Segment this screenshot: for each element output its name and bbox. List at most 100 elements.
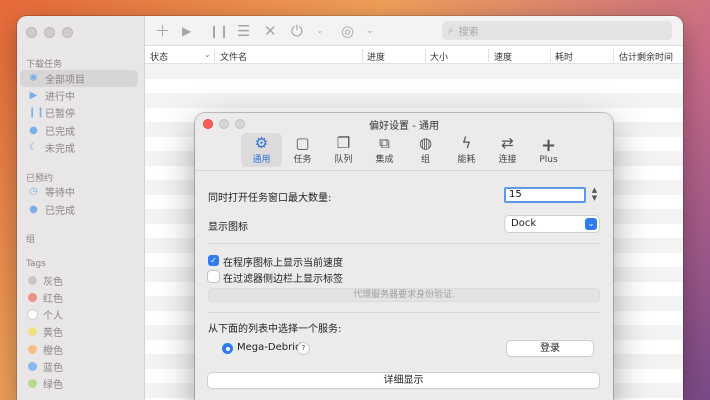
sidebar-tag-personal[interactable]: 个人 (20, 306, 138, 323)
sidebar-item-label: 进行中 (45, 92, 75, 103)
minimize-button[interactable] (44, 27, 55, 38)
section-tags: Tags (26, 259, 46, 269)
column-progress[interactable]: 进度 (367, 50, 385, 63)
sidebar-tag-green[interactable]: 绿色 (20, 375, 138, 392)
sidebar-item-waiting[interactable]: ◷ 等待中 (20, 183, 138, 200)
globe-icon: ◍ (418, 134, 433, 152)
sidebar: 下载任务 ✱ 全部项目 ▶ 进行中 ❙❙ 已暂停 ● 已完成 ☾ 未完成 已预约… (17, 16, 145, 400)
tab-label: 任务 (293, 155, 312, 165)
details-button[interactable]: 详细显示 (208, 373, 599, 388)
column-elapsed[interactable]: 耗时 (555, 50, 573, 63)
close-button[interactable] (26, 27, 37, 38)
chevron-down-icon[interactable]: ⌄ (366, 22, 374, 40)
max-windows-stepper[interactable]: ▲ ▼ (590, 186, 599, 204)
zoom-button[interactable] (62, 27, 73, 38)
speed-icon[interactable]: ◎ (341, 22, 354, 40)
gear-icon: ⚙ (254, 134, 269, 152)
tab-label: Plus (539, 155, 558, 165)
sidebar-item-label: 灰色 (43, 277, 63, 288)
search-field[interactable]: ⌕ 搜索 (442, 21, 672, 40)
login-button[interactable]: 登录 (507, 341, 593, 356)
tab-label: 能耗 (457, 155, 476, 165)
sidebar-tag-yellow[interactable]: 黄色 (20, 323, 138, 340)
column-status[interactable]: 状态 (150, 50, 168, 63)
sidebar-item-completed[interactable]: ● 已完成 (20, 122, 138, 139)
show-tags-checkbox[interactable] (208, 271, 219, 282)
pause-icon[interactable]: ❙❙ (209, 22, 229, 40)
close-icon[interactable]: ✕ (264, 22, 277, 40)
max-windows-label: 同时打开任务窗口最大数量: (208, 193, 332, 204)
asterisk-icon: ✱ (29, 73, 38, 84)
sidebar-item-label: 等待中 (45, 188, 75, 199)
section-downloads: 下载任务 (26, 60, 63, 70)
show-icon-label: 显示图标 (208, 222, 248, 233)
max-windows-input[interactable]: 15 (504, 187, 586, 203)
list-icon[interactable]: ☰ (237, 22, 250, 40)
chevron-down-icon: ⌄ (585, 218, 597, 230)
sidebar-item-label: 全部项目 (45, 75, 85, 86)
power-icon[interactable]: ⏻ (291, 22, 303, 40)
sidebar-item-label: 绿色 (43, 380, 63, 391)
divider (208, 243, 600, 244)
table-row (145, 79, 683, 94)
pause-icon: ❙❙ (28, 107, 45, 118)
sidebar-item-active[interactable]: ▶ 进行中 (20, 87, 138, 104)
show-speed-checkbox[interactable]: ✓ (208, 255, 219, 266)
sidebar-item-label: 红色 (43, 294, 63, 305)
search-placeholder: 搜索 (458, 27, 479, 38)
show-icon-select[interactable]: Dock ⌄ (505, 216, 599, 232)
tab-groups[interactable]: ◍ 组 (405, 133, 446, 167)
sidebar-item-label: 蓝色 (43, 363, 63, 374)
tab-general[interactable]: ⚙ 通用 (241, 133, 282, 167)
tab-label: 通用 (252, 155, 271, 165)
plus-icon: + (540, 135, 557, 156)
column-filename[interactable]: 文件名 (220, 50, 247, 63)
sidebar-item-label: 黄色 (43, 328, 63, 339)
chevron-down-icon[interactable]: ⌄ (204, 50, 211, 59)
column-remaining[interactable]: 估计剩余时间 (619, 50, 673, 63)
service-radio[interactable] (222, 343, 233, 354)
sidebar-tag-gray[interactable]: 灰色 (20, 272, 138, 289)
tab-energy[interactable]: ϟ 能耗 (446, 133, 487, 167)
show-icon-value: Dock (511, 218, 537, 229)
puzzle-icon: ⧉ (379, 134, 390, 152)
column-speed[interactable]: 速度 (494, 50, 512, 63)
add-icon[interactable]: ＋ (155, 22, 170, 40)
sidebar-item-label: 个人 (43, 311, 63, 322)
tab-integration[interactable]: ⧉ 集成 (364, 133, 405, 167)
tag-color-dot (28, 276, 37, 285)
column-size[interactable]: 大小 (430, 50, 448, 63)
tag-color-dot (28, 310, 37, 319)
tag-color-dot (28, 345, 37, 354)
sidebar-item-scheduled-done[interactable]: ● 已完成 (20, 201, 138, 218)
proxy-auth-button: 代理服务器要求身份验证. (208, 288, 600, 302)
sidebar-item-all[interactable]: ✱ 全部项目 (20, 70, 138, 87)
service-name: Mega-Debrid (237, 342, 302, 353)
sidebar-tag-orange[interactable]: 橙色 (20, 341, 138, 358)
sidebar-item-incomplete[interactable]: ☾ 未完成 (20, 139, 138, 156)
tab-connection[interactable]: ⇄ 连接 (487, 133, 528, 167)
stack-icon: ❐ (336, 134, 351, 152)
tab-queue[interactable]: ❐ 队列 (323, 133, 364, 167)
moon-icon: ☾ (29, 142, 38, 153)
help-icon[interactable]: ? (298, 343, 309, 354)
sidebar-item-label: 橙色 (43, 346, 63, 357)
tab-label: 组 (420, 155, 430, 165)
sidebar-item-label: 已暂停 (45, 109, 75, 120)
tab-plus[interactable]: + Plus (528, 133, 569, 167)
tag-color-dot (28, 379, 37, 388)
search-icon: ⌕ (448, 25, 454, 36)
play-icon[interactable]: ▶ (182, 22, 191, 40)
prefs-body: 同时打开任务窗口最大数量: 15 ▲ ▼ 显示图标 Dock ⌄ ✓ 在程序图标上… (195, 170, 613, 400)
show-tags-label: 在过滤器侧边栏上显示标签 (223, 274, 343, 285)
chevron-down-icon[interactable]: ⌄ (316, 22, 324, 40)
sidebar-tag-blue[interactable]: 蓝色 (20, 358, 138, 375)
show-speed-label: 在程序图标上显示当前速度 (223, 258, 343, 269)
check-circle-icon: ● (29, 204, 38, 215)
sidebar-item-paused[interactable]: ❙❙ 已暂停 (20, 104, 138, 121)
window-controls[interactable] (26, 27, 73, 38)
check-circle-icon: ● (29, 125, 38, 136)
sidebar-tag-red[interactable]: 红色 (20, 289, 138, 306)
tab-tasks[interactable]: ▢ 任务 (282, 133, 323, 167)
bolt-icon: ϟ (461, 134, 472, 152)
